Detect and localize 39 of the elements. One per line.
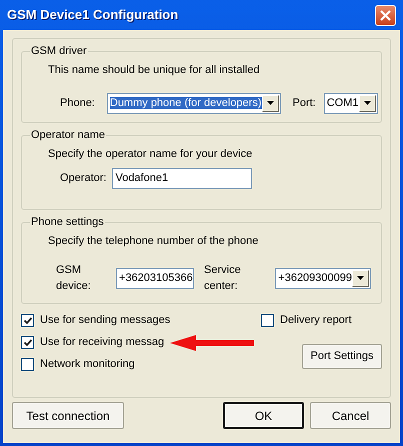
input-field[interactable]: Vodafone1 [112, 168, 252, 189]
checkbox[interactable] [21, 336, 34, 349]
field-label: GSM device: [56, 262, 92, 294]
caret-icon [357, 276, 364, 280]
checkbox-label: Use for receiving messag [40, 335, 164, 350]
dialog-button[interactable]: OK [223, 402, 304, 429]
checkbox[interactable] [21, 358, 34, 371]
checkbox-label: Network monitoring [40, 357, 135, 372]
dialog-button[interactable]: Cancel [310, 402, 391, 429]
field-label: Phone: [60, 96, 95, 111]
dialog-button[interactable]: Test connection [12, 402, 124, 429]
hint-text: Specify the telephone number of the phone [48, 234, 260, 249]
caret-icon [266, 101, 274, 105]
dropdown-field[interactable]: +36209300099 [275, 268, 371, 288]
dropdown-field[interactable]: Dummy phone (for developers) [106, 92, 280, 114]
close-icon [380, 10, 391, 20]
input-field[interactable]: +36203105366 [116, 268, 194, 288]
hint-text: Specify the operator name for your device [48, 146, 254, 162]
field-label: Service center: [204, 262, 242, 294]
dropdown-field[interactable]: COM1 [324, 92, 378, 114]
caret-icon [364, 101, 371, 105]
checkbox[interactable] [261, 314, 274, 327]
check-icon [24, 316, 32, 324]
close-button[interactable] [375, 4, 396, 26]
port-settings-button[interactable]: Port Settings [302, 344, 382, 368]
checkbox[interactable] [21, 314, 34, 327]
field-label: Port: [292, 96, 316, 111]
dropdown-button[interactable] [352, 270, 369, 286]
group-title: Phone settings [30, 216, 105, 229]
dropdown-button[interactable] [262, 94, 278, 112]
window-title: GSM Device1 Configuration [7, 6, 178, 24]
dropdown-button[interactable] [358, 94, 376, 112]
group-title: GSM driver [30, 45, 88, 58]
check-icon [24, 338, 32, 346]
checkbox-label: Delivery report [280, 313, 352, 328]
group-title: Operator name [30, 128, 106, 142]
field-label: Operator: [60, 171, 106, 186]
checkbox-label: Use for sending messages [40, 313, 170, 328]
hint-text: This name should be unique for all installed [48, 63, 261, 78]
